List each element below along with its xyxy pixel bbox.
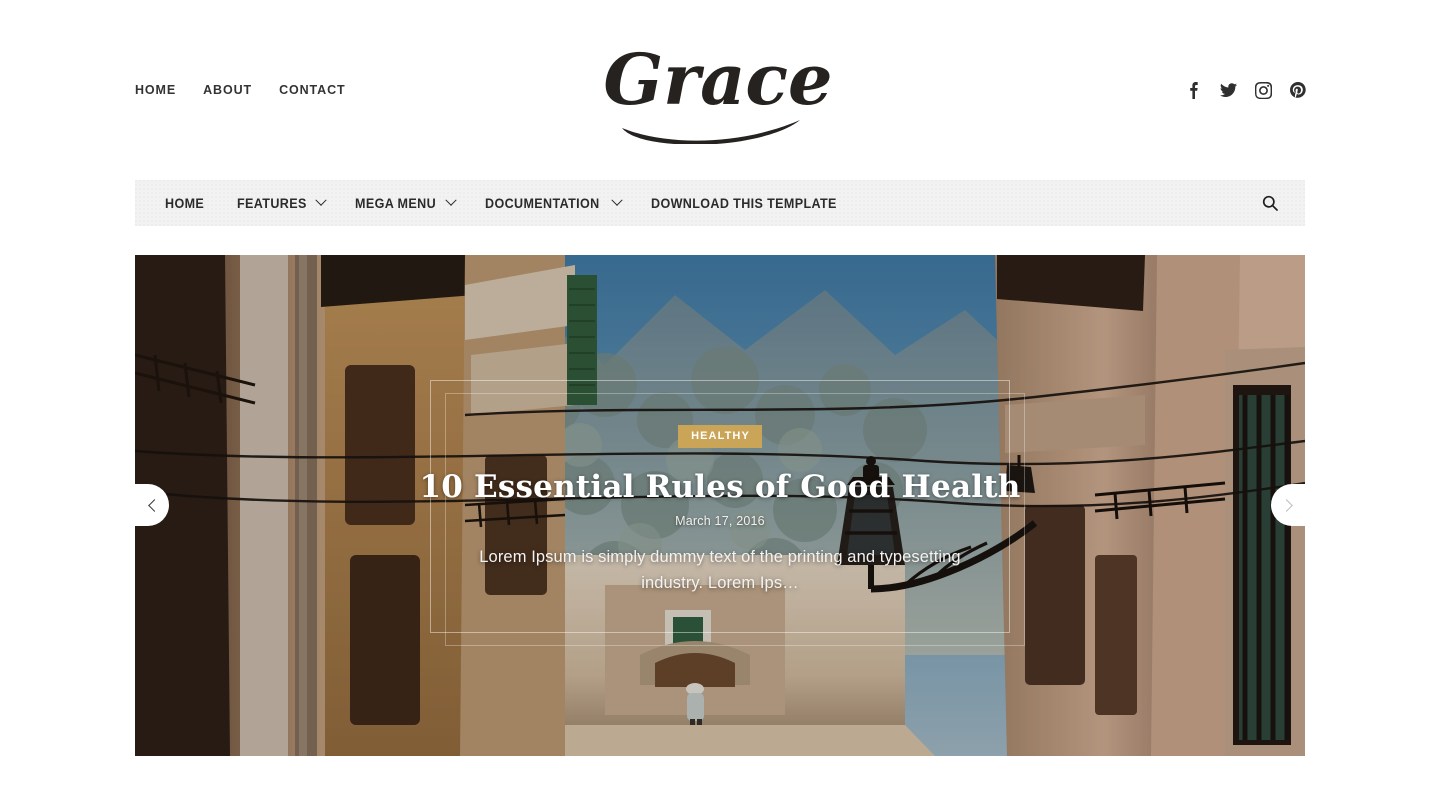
search-icon bbox=[1262, 195, 1278, 211]
hero-content: HEALTHY 10 Essential Rules of Good Healt… bbox=[135, 425, 1305, 596]
site-header: HOME ABOUT CONTACT Grace bbox=[0, 0, 1440, 180]
twitter-icon[interactable] bbox=[1219, 80, 1237, 100]
logo-wordmark: Grace bbox=[603, 38, 832, 121]
nav-item-documentation[interactable]: DOCUMENTATION bbox=[470, 180, 636, 226]
nav-item-label: DOCUMENTATION bbox=[485, 195, 600, 211]
chevron-down-icon bbox=[445, 194, 457, 206]
hero-post-excerpt: Lorem Ipsum is simply dummy text of the … bbox=[479, 548, 961, 592]
top-utility-nav: HOME ABOUT CONTACT bbox=[135, 82, 346, 98]
chevron-down-icon bbox=[315, 194, 327, 206]
nav-item-label: FEATURES bbox=[237, 195, 307, 211]
top-nav-item-about[interactable]: ABOUT bbox=[203, 82, 252, 98]
chevron-left-icon bbox=[147, 498, 161, 512]
search-button[interactable] bbox=[1257, 190, 1283, 216]
nav-item-download-this-template[interactable]: DOWNLOAD THIS TEMPLATE bbox=[636, 180, 866, 226]
chevron-down-icon bbox=[611, 194, 624, 206]
chevron-right-icon bbox=[1279, 498, 1293, 512]
hero-post-date: March 17, 2016 bbox=[675, 514, 765, 528]
top-nav-item-contact[interactable]: CONTACT bbox=[279, 82, 345, 98]
slider-next-button[interactable] bbox=[1271, 484, 1305, 526]
category-badge[interactable]: HEALTHY bbox=[678, 425, 762, 448]
site-logo[interactable]: Grace bbox=[570, 26, 870, 146]
main-navigation-bar: HOME FEATURES MEGA MENU DOCUMENTATION DO… bbox=[135, 180, 1305, 226]
nav-item-mega-menu[interactable]: MEGA MENU bbox=[340, 180, 470, 226]
logo-swash bbox=[622, 120, 800, 144]
nav-item-label: MEGA MENU bbox=[355, 195, 437, 211]
logo-graphic: Grace bbox=[603, 38, 833, 144]
hero-post-title[interactable]: 10 Essential Rules of Good Health bbox=[315, 468, 1125, 506]
social-links bbox=[1184, 80, 1307, 100]
instagram-icon[interactable] bbox=[1254, 80, 1272, 100]
nav-item-label: HOME bbox=[165, 195, 205, 211]
main-nav-items: HOME FEATURES MEGA MENU DOCUMENTATION DO… bbox=[135, 180, 866, 226]
top-nav-item-home[interactable]: HOME bbox=[135, 82, 176, 98]
nav-item-label: DOWNLOAD THIS TEMPLATE bbox=[651, 195, 838, 211]
nav-item-features[interactable]: FEATURES bbox=[222, 180, 340, 226]
facebook-icon[interactable] bbox=[1184, 80, 1202, 100]
hero-slider: HEALTHY 10 Essential Rules of Good Healt… bbox=[135, 255, 1305, 756]
page-root: HOME ABOUT CONTACT Grace HOME FEATURES M… bbox=[0, 0, 1440, 785]
pinterest-icon[interactable] bbox=[1289, 80, 1307, 100]
nav-item-home[interactable]: HOME bbox=[150, 180, 222, 226]
